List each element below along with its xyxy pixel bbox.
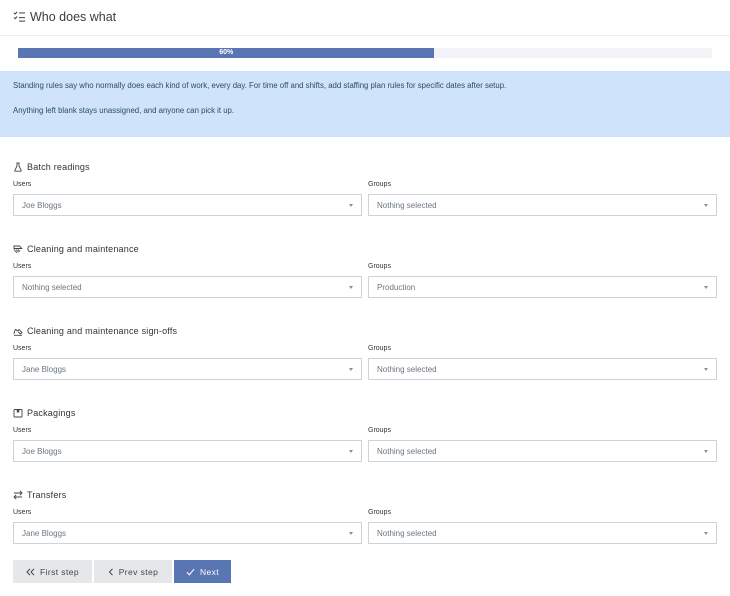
groups-select[interactable]: Nothing selected	[368, 522, 717, 544]
info-line-2: Anything left blank stays unassigned, an…	[13, 106, 235, 115]
section-cleaning-maintenance: Cleaning and maintenance Users Groups No…	[13, 243, 718, 305]
select-value: Nothing selected	[22, 283, 82, 292]
users-label: Users	[13, 181, 32, 188]
users-select[interactable]: Jane Bloggs	[13, 522, 362, 544]
chevron-left-icon	[108, 567, 113, 576]
progress-label: 60%	[219, 49, 234, 56]
caret-down-icon	[349, 286, 353, 289]
groups-select[interactable]: Production	[368, 276, 717, 298]
groups-label: Groups	[368, 427, 391, 434]
caret-down-icon	[704, 368, 708, 371]
groups-select[interactable]: Nothing selected	[368, 358, 717, 380]
section-title: Transfers	[13, 489, 66, 501]
next-label: Next	[199, 566, 220, 577]
select-value: Joe Bloggs	[22, 201, 62, 210]
caret-down-icon	[349, 450, 353, 453]
section-title-text: Transfers	[27, 490, 67, 500]
groups-label: Groups	[368, 263, 391, 270]
flask-icon	[14, 162, 22, 172]
select-value: Nothing selected	[377, 365, 437, 374]
prev-step-button[interactable]: Prev step	[94, 560, 172, 583]
groups-label: Groups	[368, 181, 391, 188]
select-value: Jane Bloggs	[22, 529, 67, 538]
next-button[interactable]: Next	[174, 560, 231, 583]
caret-down-icon	[349, 532, 353, 535]
users-select[interactable]: Jane Bloggs	[13, 358, 362, 380]
checklist-icon	[13, 11, 26, 22]
section-title: Cleaning and maintenance sign-offs	[13, 325, 177, 337]
select-value: Jane Bloggs	[22, 365, 67, 374]
transfer-arrows-icon	[13, 490, 23, 500]
users-select[interactable]: Joe Bloggs	[13, 194, 362, 216]
checkmark-icon	[186, 568, 195, 576]
section-title-text: Packagings	[27, 408, 76, 418]
select-value: Joe Bloggs	[22, 447, 62, 456]
section-batch-readings: Batch readings Users Groups Joe Bloggs N…	[13, 161, 718, 223]
users-select[interactable]: Joe Bloggs	[13, 440, 362, 462]
double-chevron-left-icon	[26, 567, 35, 576]
prev-step-label: Prev step	[118, 566, 159, 577]
users-label: Users	[13, 345, 32, 352]
section-title-text: Cleaning and maintenance	[27, 244, 139, 254]
section-cleaning-signoffs: Cleaning and maintenance sign-offs Users…	[13, 325, 718, 387]
first-step-label: First step	[40, 566, 79, 577]
first-step-button[interactable]: First step	[13, 560, 92, 583]
groups-label: Groups	[368, 345, 391, 352]
caret-down-icon	[349, 368, 353, 371]
select-value: Nothing selected	[377, 201, 437, 210]
box-icon	[13, 409, 23, 418]
section-title-text: Batch readings	[27, 162, 90, 172]
page-header: Who does what	[0, 0, 730, 36]
users-label: Users	[13, 509, 32, 516]
users-label: Users	[13, 263, 32, 270]
caret-down-icon	[704, 450, 708, 453]
info-line-1: Standing rules say who normally does eac…	[13, 81, 507, 90]
select-value: Nothing selected	[377, 447, 437, 456]
groups-select[interactable]: Nothing selected	[368, 440, 717, 462]
users-select[interactable]: Nothing selected	[13, 276, 362, 298]
groups-label: Groups	[368, 509, 391, 516]
section-packagings: Packagings Users Groups Joe Bloggs Nothi…	[13, 407, 718, 469]
caret-down-icon	[704, 286, 708, 289]
section-title-text: Cleaning and maintenance sign-offs	[27, 326, 178, 336]
section-title: Batch readings	[13, 161, 90, 173]
signature-icon	[13, 328, 23, 336]
caret-down-icon	[704, 204, 708, 207]
page-title: Who does what	[30, 10, 117, 24]
select-value: Nothing selected	[377, 529, 437, 538]
info-banner: Standing rules say who normally does eac…	[0, 71, 730, 137]
broom-icon	[13, 245, 23, 254]
section-title: Cleaning and maintenance	[13, 243, 139, 255]
caret-down-icon	[704, 532, 708, 535]
users-label: Users	[13, 427, 32, 434]
section-title: Packagings	[13, 407, 76, 419]
progress-bar: 60%	[18, 48, 712, 58]
caret-down-icon	[349, 204, 353, 207]
groups-select[interactable]: Nothing selected	[368, 194, 717, 216]
section-transfers: Transfers Users Groups Jane Bloggs Nothi…	[13, 489, 718, 551]
select-value: Production	[377, 283, 416, 292]
